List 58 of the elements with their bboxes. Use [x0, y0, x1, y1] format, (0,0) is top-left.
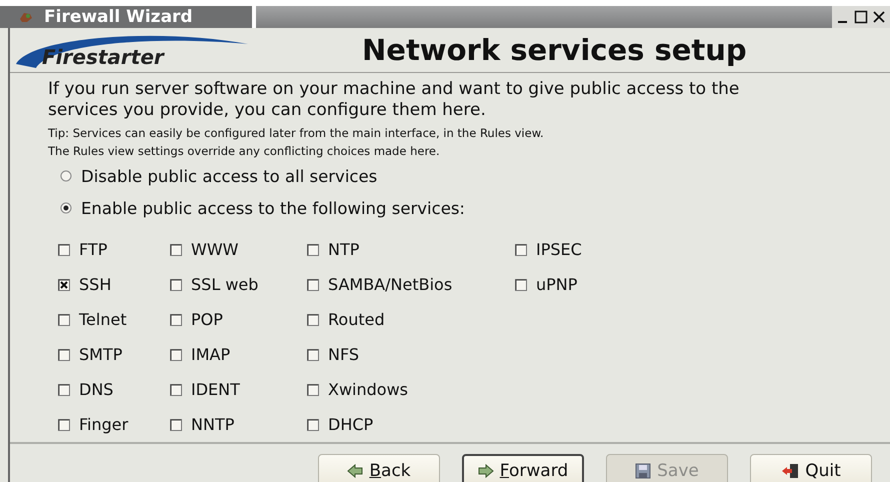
- logo-text: Firestarter: [42, 45, 164, 69]
- intro-text: If you run server software on your machine and want to give public access to the services you provide, you can configure them here.: [48, 79, 740, 121]
- checkbox[interactable]: [58, 418, 70, 430]
- checkbox[interactable]: [58, 244, 70, 256]
- checkbox-label[interactable]: DHCP: [328, 415, 374, 434]
- tip-text: Tip: Services can easily be configured later from the main interface, in the Rules view.: [48, 125, 545, 142]
- checkbox[interactable]: [170, 418, 182, 430]
- checkbox-label[interactable]: FTP: [79, 240, 108, 259]
- checkbox-label[interactable]: IMAP: [191, 345, 230, 364]
- checkbox[interactable]: [307, 384, 319, 396]
- checkbox[interactable]: [307, 348, 319, 360]
- checkbox[interactable]: [307, 278, 319, 290]
- checkbox[interactable]: [170, 314, 182, 326]
- checkbox-label[interactable]: SMTP: [79, 345, 122, 364]
- radio-button[interactable]: [60, 202, 72, 214]
- exit-door-icon: [781, 463, 800, 479]
- radio-label[interactable]: Enable public access to the following services:: [81, 198, 465, 218]
- checkbox-label[interactable]: Finger: [79, 415, 128, 434]
- checkbox-label[interactable]: NNTP: [191, 415, 234, 434]
- checkbox-label[interactable]: SAMBA/NetBios: [328, 275, 452, 294]
- tip-text: The Rules view settings override any conflicting choices made here.: [48, 143, 441, 160]
- checkbox-label[interactable]: SSH: [79, 275, 112, 294]
- checkbox[interactable]: [307, 418, 319, 430]
- radio-label[interactable]: Disable public access to all services: [81, 166, 378, 186]
- checkbox-label[interactable]: Telnet: [79, 310, 127, 329]
- close-icon[interactable]: [872, 10, 886, 24]
- checkbox[interactable]: [307, 244, 319, 256]
- checkbox[interactable]: [307, 314, 319, 326]
- checkbox[interactable]: [515, 244, 527, 256]
- checkbox[interactable]: [58, 384, 70, 396]
- checkbox[interactable]: [170, 278, 182, 290]
- page-title: Network services setup: [362, 33, 747, 67]
- checkbox[interactable]: [58, 314, 70, 326]
- left-arrow-icon: [347, 464, 364, 478]
- right-arrow-icon: [478, 464, 494, 478]
- wizard-button[interactable]: Forward: [462, 454, 584, 482]
- checkbox-label[interactable]: Routed: [328, 310, 385, 329]
- checkbox[interactable]: [58, 278, 70, 290]
- checkbox-label[interactable]: IDENT: [191, 380, 240, 399]
- radio-button[interactable]: [60, 170, 72, 182]
- checkbox-label[interactable]: uPNP: [536, 275, 578, 294]
- wizard-button[interactable]: Quit: [750, 454, 872, 482]
- checkbox-label[interactable]: POP: [191, 310, 223, 329]
- window-title: Firewall Wizard: [44, 7, 193, 27]
- checkbox-label[interactable]: Xwindows: [328, 380, 408, 399]
- checkbox[interactable]: [170, 348, 182, 360]
- checkbox-label[interactable]: NFS: [328, 345, 360, 364]
- checkbox-label[interactable]: DNS: [79, 380, 114, 399]
- checkbox-label[interactable]: NTP: [328, 240, 360, 259]
- checkbox[interactable]: [58, 348, 70, 360]
- checkbox[interactable]: [170, 384, 182, 396]
- maximize-icon[interactable]: [854, 10, 868, 24]
- checkbox[interactable]: [515, 278, 527, 290]
- checkbox-label[interactable]: IPSEC: [536, 240, 582, 259]
- wizard-button[interactable]: Back: [318, 454, 440, 482]
- checkbox-label[interactable]: SSL web: [191, 275, 258, 294]
- checkbox[interactable]: [170, 244, 182, 256]
- checkbox-label[interactable]: WWW: [191, 240, 238, 259]
